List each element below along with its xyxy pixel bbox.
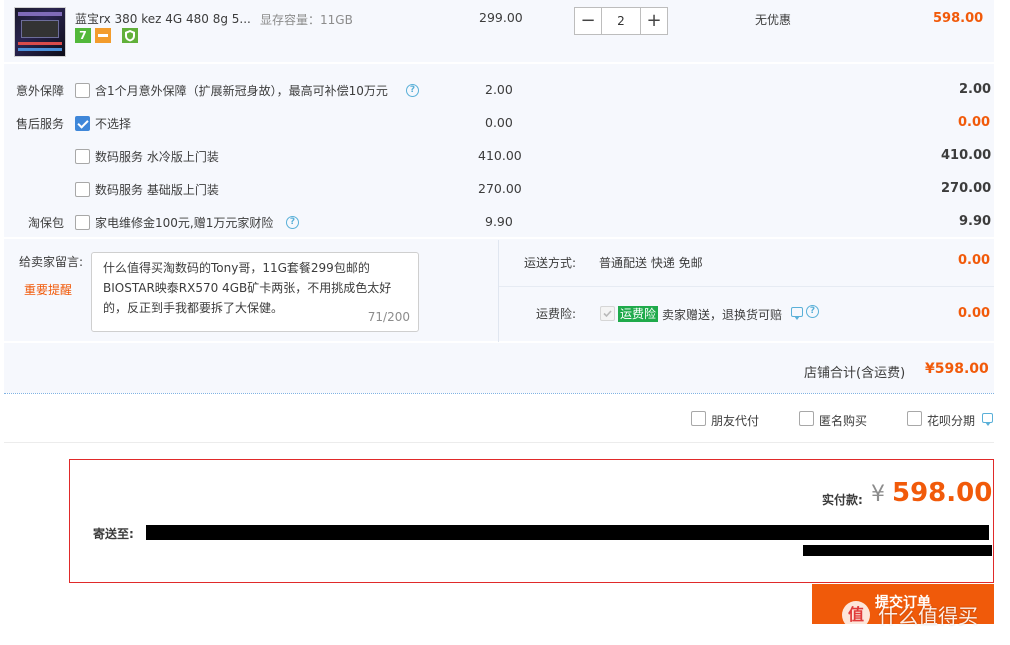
store-total-label: 店铺合计(含运费)	[804, 366, 906, 381]
discount-text: 无优惠	[755, 13, 792, 27]
help-icon[interactable]: ?	[286, 216, 299, 229]
anonymous-purchase-label: 匿名购买	[819, 414, 868, 428]
friend-pay-checkbox[interactable]	[691, 411, 706, 426]
after-sales-item-label: 不选择	[95, 117, 132, 131]
panel-border	[4, 393, 994, 394]
freight-insurance-tag: 运费险	[618, 306, 659, 322]
after-sales-price: 0.00	[485, 115, 513, 130]
seven-day-return-icon: 7	[75, 28, 91, 43]
accident-item-label: 含1个月意外保障（扩展新冠身故），最高可补偿10万元	[95, 84, 388, 98]
credit-card-icon	[95, 28, 111, 43]
accident-price: 2.00	[485, 82, 513, 97]
after-sales-total: 410.00	[941, 148, 992, 163]
decrease-button[interactable]: −	[574, 7, 602, 35]
after-sales-total: 270.00	[941, 181, 992, 196]
quantity-input[interactable]: 2	[602, 7, 640, 35]
divider	[498, 240, 499, 342]
order-summary-box	[69, 459, 994, 583]
chat-icon[interactable]	[982, 413, 993, 426]
after-sales-price: 270.00	[478, 181, 522, 196]
freight-insurance-desc: 卖家赠送，退换货可赔	[662, 308, 783, 322]
accident-section-label: 意外保障	[16, 84, 65, 98]
divider	[4, 341, 994, 343]
freight-insurance-checkbox[interactable]	[600, 306, 615, 321]
divider	[4, 237, 994, 239]
product-thumbnail[interactable]	[14, 7, 66, 57]
important-notice-link[interactable]: 重要提醒	[24, 281, 72, 298]
product-spec: 显存容量：11GB	[260, 13, 353, 27]
chat-icon[interactable]	[791, 307, 803, 320]
accident-total: 2.00	[959, 82, 992, 97]
redacted-address	[146, 525, 989, 540]
actual-payment-label: 实付款:	[822, 493, 863, 507]
unit-price: 299.00	[479, 10, 523, 25]
shipping-price: 0.00	[958, 253, 991, 268]
message-line: BIOSTAR映泰RX570 4GB矿卡两张，不用挑成色太好	[103, 281, 392, 295]
message-textarea[interactable]: 什么值得买淘数码的Tony哥，11G套餐299包邮的 BIOSTAR映泰RX57…	[91, 252, 419, 332]
taobao-protect-checkbox[interactable]	[75, 215, 90, 230]
actual-payment-value: 598.00	[892, 478, 993, 508]
after-sales-price: 410.00	[478, 148, 522, 163]
divider	[4, 442, 994, 443]
watermark-logo-icon: 值	[842, 601, 870, 629]
help-icon[interactable]: ?	[806, 305, 819, 318]
shield-icon	[122, 28, 138, 43]
friend-pay-label: 朋友代付	[711, 414, 760, 428]
message-line: 什么值得买淘数码的Tony哥，11G套餐299包邮的	[103, 261, 370, 275]
increase-button[interactable]: +	[640, 7, 668, 35]
freight-insurance-label: 运费险:	[536, 307, 577, 321]
item-subtotal: 598.00	[933, 11, 984, 26]
accident-checkbox[interactable]	[75, 83, 90, 98]
message-label: 给卖家留言:	[19, 255, 84, 269]
message-line: 的，反正到手我都要拆了大保健。	[103, 301, 284, 315]
anonymous-purchase-checkbox[interactable]	[799, 411, 814, 426]
freight-insurance-price: 0.00	[958, 306, 991, 321]
after-sales-total: 0.00	[958, 115, 991, 130]
quantity-stepper: − 2 +	[574, 7, 668, 35]
taobao-protect-section-label: 淘保包	[28, 216, 65, 230]
ship-to-label: 寄送至:	[93, 527, 134, 541]
redacted-address	[803, 545, 992, 556]
shipping-method-value: 普通配送 快递 免邮	[599, 256, 703, 270]
divider	[4, 62, 994, 64]
message-char-count: 71/200	[367, 310, 410, 324]
taobao-protect-price: 9.90	[485, 214, 513, 229]
divider	[499, 286, 994, 287]
after-sales-item-label: 数码服务 水冷版上门装	[95, 150, 219, 164]
after-sales-section-label: 售后服务	[16, 117, 65, 131]
watermark-text: 什么值得买	[878, 604, 978, 628]
product-title-link[interactable]: 蓝宝rx 380 kez 4G 480 8g 5...	[75, 10, 251, 27]
shipping-method-label: 运送方式:	[524, 256, 577, 270]
store-total-value: ¥598.00	[925, 361, 989, 377]
after-sales-none-checkbox[interactable]	[75, 116, 90, 131]
currency-symbol: ¥	[871, 482, 885, 507]
huabei-installment-checkbox[interactable]	[907, 411, 922, 426]
after-sales-item-label: 数码服务 基础版上门装	[95, 183, 219, 197]
taobao-protect-total: 9.90	[959, 214, 992, 229]
huabei-installment-label: 花呗分期	[927, 414, 976, 428]
help-icon[interactable]: ?	[406, 84, 419, 97]
taobao-protect-item-label: 家电维修金100元,赠1万元家财险	[95, 216, 274, 230]
water-cooling-install-checkbox[interactable]	[75, 149, 90, 164]
basic-install-checkbox[interactable]	[75, 182, 90, 197]
